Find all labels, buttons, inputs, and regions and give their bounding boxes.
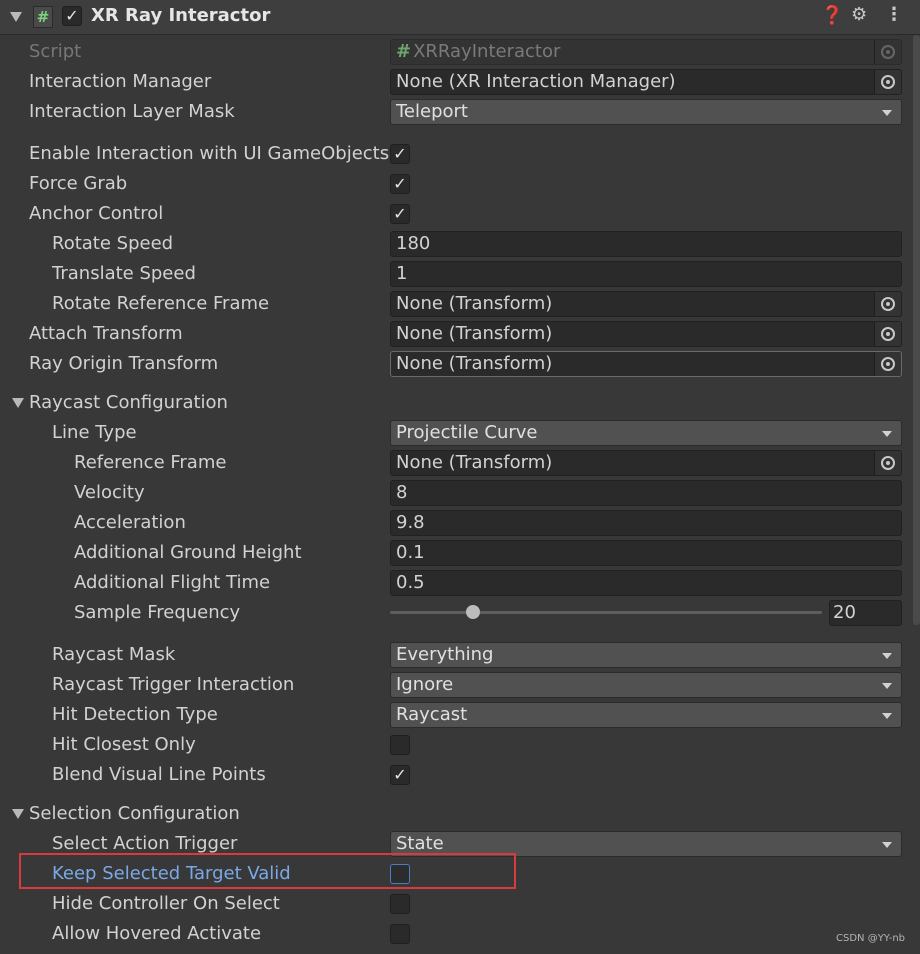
raycast-foldout-icon[interactable] — [12, 398, 24, 408]
object-picker-icon[interactable] — [874, 451, 901, 475]
chevron-down-icon — [882, 653, 892, 659]
line-type-dropdown[interactable]: Projectile Curve — [390, 420, 902, 446]
help-icon[interactable]: ❓ — [821, 5, 843, 26]
selection-configuration-header[interactable]: Selection Configuration — [29, 802, 240, 826]
script-field: # XRRayInteractor — [390, 39, 902, 65]
highlight-annotation-box — [19, 853, 516, 889]
enable-ui-label: Enable Interaction with UI GameObjects — [29, 143, 390, 164]
line-type-value: Projectile Curve — [396, 422, 538, 443]
ray-origin-transform-field[interactable]: None (Transform) — [390, 351, 902, 377]
reference-frame-field[interactable]: None (Transform) — [390, 450, 902, 476]
rotate-reference-frame-value: None (Transform) — [396, 293, 553, 314]
hit-detection-type-value: Raycast — [396, 704, 468, 725]
anchor-control-label: Anchor Control — [29, 203, 164, 224]
raycast-mask-dropdown[interactable]: Everything — [390, 642, 902, 668]
interaction-layer-mask-dropdown[interactable]: Teleport — [390, 99, 902, 125]
blend-visual-line-points-checkbox[interactable]: ✓ — [390, 765, 410, 785]
object-picker-icon[interactable] — [874, 292, 901, 316]
hit-detection-type-label: Hit Detection Type — [52, 704, 218, 725]
interaction-manager-value: None (XR Interaction Manager) — [396, 71, 676, 92]
sample-frequency-input[interactable]: 20 — [829, 600, 902, 626]
attach-transform-field[interactable]: None (Transform) — [390, 321, 902, 347]
object-picker-icon — [874, 40, 901, 64]
ray-origin-transform-value: None (Transform) — [396, 353, 553, 374]
acceleration-label: Acceleration — [74, 512, 186, 533]
hit-closest-only-label: Hit Closest Only — [52, 734, 196, 755]
hit-detection-type-dropdown[interactable]: Raycast — [390, 702, 902, 728]
rotate-reference-frame-field[interactable]: None (Transform) — [390, 291, 902, 317]
allow-hovered-activate-checkbox[interactable] — [390, 924, 410, 944]
watermark-text: CSDN @YY-nb — [836, 933, 906, 944]
object-picker-icon[interactable] — [874, 352, 901, 376]
translate-speed-input[interactable]: 1 — [390, 261, 902, 287]
script-value: XRRayInteractor — [413, 41, 561, 62]
reference-frame-value: None (Transform) — [396, 452, 553, 473]
allow-hovered-activate-label: Allow Hovered Activate — [52, 923, 262, 944]
chevron-down-icon — [882, 110, 892, 116]
raycast-trigger-interaction-dropdown[interactable]: Ignore — [390, 672, 902, 698]
chevron-down-icon — [882, 683, 892, 689]
reference-frame-label: Reference Frame — [74, 452, 227, 473]
more-menu-icon[interactable]: ⋮ — [885, 4, 903, 25]
raycast-mask-label: Raycast Mask — [52, 644, 176, 665]
rotate-speed-label: Rotate Speed — [52, 233, 174, 254]
additional-ground-height-input[interactable]: 0.1 — [390, 540, 902, 566]
interaction-layer-mask-label: Interaction Layer Mask — [29, 101, 235, 122]
chevron-down-icon — [882, 713, 892, 719]
enable-ui-checkbox[interactable]: ✓ — [390, 144, 410, 164]
sample-frequency-slider-thumb[interactable] — [466, 605, 480, 619]
ray-origin-transform-label: Ray Origin Transform — [29, 353, 219, 374]
hit-closest-only-checkbox[interactable] — [390, 735, 410, 755]
acceleration-input[interactable]: 9.8 — [390, 510, 902, 536]
inspector-scrollbar[interactable] — [913, 35, 920, 625]
interaction-manager-label: Interaction Manager — [29, 71, 212, 92]
raycast-trigger-interaction-label: Raycast Trigger Interaction — [52, 674, 295, 695]
interaction-layer-mask-value: Teleport — [396, 101, 468, 122]
attach-transform-label: Attach Transform — [29, 323, 183, 344]
anchor-control-checkbox[interactable]: ✓ — [390, 204, 410, 224]
select-action-trigger-value: State — [396, 833, 444, 854]
force-grab-checkbox[interactable]: ✓ — [390, 174, 410, 194]
object-picker-icon[interactable] — [874, 322, 901, 346]
raycast-mask-value: Everything — [396, 644, 494, 665]
script-hash-icon: # — [396, 41, 412, 62]
line-type-label: Line Type — [52, 422, 137, 443]
raycast-trigger-interaction-value: Ignore — [396, 674, 454, 695]
script-hash-icon: # — [33, 6, 53, 28]
sample-frequency-label: Sample Frequency — [74, 602, 241, 623]
component-enabled-checkbox[interactable]: ✓ — [62, 6, 82, 26]
hide-controller-on-select-label: Hide Controller On Select — [52, 893, 280, 914]
blend-visual-line-points-label: Blend Visual Line Points — [52, 764, 266, 785]
component-title: XR Ray Interactor — [91, 5, 271, 26]
raycast-configuration-header[interactable]: Raycast Configuration — [29, 391, 228, 415]
attach-transform-value: None (Transform) — [396, 323, 553, 344]
additional-ground-height-label: Additional Ground Height — [74, 542, 302, 563]
force-grab-label: Force Grab — [29, 173, 128, 194]
script-label: Script — [29, 41, 82, 62]
foldout-arrow-icon[interactable] — [10, 12, 22, 22]
chevron-down-icon — [882, 842, 892, 848]
selection-foldout-icon[interactable] — [12, 809, 24, 819]
rotate-reference-frame-label: Rotate Reference Frame — [52, 293, 270, 314]
object-picker-icon[interactable] — [874, 70, 901, 94]
hide-controller-on-select-checkbox[interactable] — [390, 894, 410, 914]
presets-icon[interactable]: ⚙ — [851, 4, 867, 25]
additional-flight-time-label: Additional Flight Time — [74, 572, 271, 593]
chevron-down-icon — [882, 431, 892, 437]
sample-frequency-slider-track[interactable] — [390, 611, 822, 614]
additional-flight-time-input[interactable]: 0.5 — [390, 570, 902, 596]
velocity-input[interactable]: 8 — [390, 480, 902, 506]
rotate-speed-input[interactable]: 180 — [390, 231, 902, 257]
interaction-manager-field[interactable]: None (XR Interaction Manager) — [390, 69, 902, 95]
velocity-label: Velocity — [74, 482, 145, 503]
translate-speed-label: Translate Speed — [52, 263, 196, 284]
